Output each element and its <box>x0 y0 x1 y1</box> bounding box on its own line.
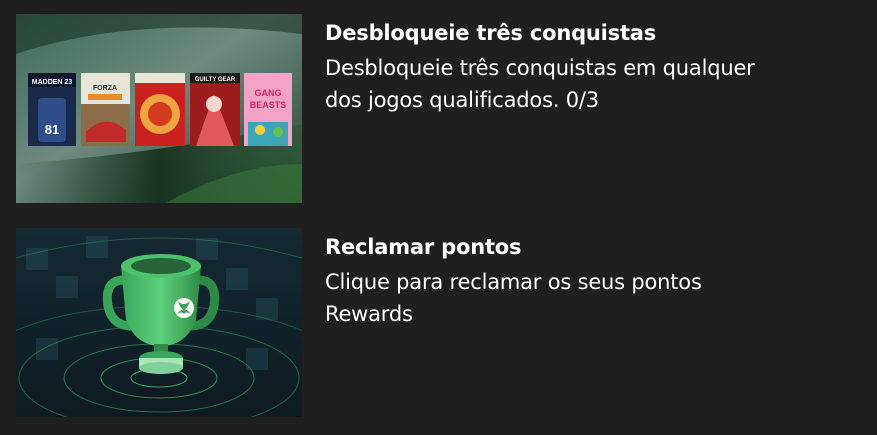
svg-text:GUILTY GEAR: GUILTY GEAR <box>195 77 236 83</box>
offer-card-unlock-achievements[interactable]: MADDEN 23 81 FORZA GUILTY GEAR GANG BEAS… <box>16 14 856 204</box>
cover-star-wars-squadrons <box>135 73 185 146</box>
offer-title: Reclamar pontos <box>325 235 522 259</box>
offer-description-line: Desbloqueie três conquistas em qualquer <box>325 56 755 80</box>
offer-description-line: Clique para reclamar os seus pontos <box>325 270 702 294</box>
svg-text:81: 81 <box>45 122 59 137</box>
svg-text:BEASTS: BEASTS <box>250 100 287 110</box>
game-covers-collage-image: MADDEN 23 81 FORZA GUILTY GEAR GANG BEAS… <box>16 14 302 203</box>
offer-description-line: dos jogos qualificados. 0/3 <box>325 88 599 112</box>
cover-guilty-gear: GUILTY GEAR <box>190 73 240 146</box>
offer-description: Clique para reclamar os seus pontos Rewa… <box>325 266 825 330</box>
svg-text:FORZA: FORZA <box>93 85 117 92</box>
offer-description-line: Rewards <box>325 302 413 326</box>
svg-text:GANG: GANG <box>255 88 282 98</box>
xbox-logo-icon <box>174 298 194 318</box>
offer-card-claim-points[interactable]: Reclamar pontos Clique para reclamar os … <box>16 228 856 418</box>
offer-title: Desbloqueie três conquistas <box>325 21 657 45</box>
offer-text: Reclamar pontos Clique para reclamar os … <box>325 232 845 330</box>
cover-madden-23: MADDEN 23 81 <box>28 73 76 146</box>
xbox-trophy-image <box>16 228 302 417</box>
cover-gang-beasts: GANG BEASTS <box>244 73 292 146</box>
offer-description: Desbloqueie três conquistas em qualquer … <box>325 52 825 116</box>
cover-forza-horizon: FORZA <box>81 73 130 146</box>
svg-text:MADDEN 23: MADDEN 23 <box>32 79 73 86</box>
offer-text: Desbloqueie três conquistas Desbloqueie … <box>325 18 845 116</box>
